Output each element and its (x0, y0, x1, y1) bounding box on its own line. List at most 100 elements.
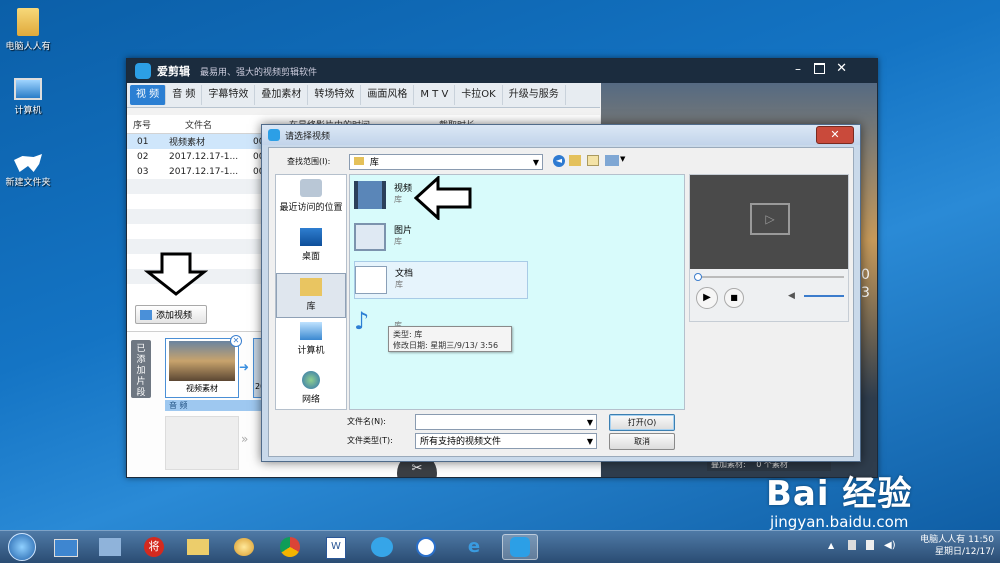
tray-network-icon[interactable] (866, 540, 874, 550)
taskbar-show-desktop-icon[interactable] (48, 534, 84, 560)
add-video-button[interactable]: 添加视频 (135, 305, 207, 324)
app-logo-icon (135, 63, 151, 79)
tab-upgrade[interactable]: 升级与服务 (503, 85, 566, 105)
list-item[interactable]: 图片 库 (354, 219, 528, 257)
app-title: 爱剪辑 (157, 65, 190, 78)
lookin-value: 库 (369, 158, 379, 168)
pictures-library-icon (354, 223, 386, 251)
seek-handle[interactable] (694, 273, 702, 281)
library-icon (300, 278, 322, 296)
music-library-icon: ♪ (354, 307, 370, 335)
taskbar-sogou-icon[interactable] (408, 534, 444, 560)
row-no: 02 (137, 151, 149, 162)
clip-thumbnail[interactable]: 视频素材 ✕ (165, 335, 242, 398)
filename-input[interactable]: ▼ (415, 414, 597, 430)
tray-flag-icon[interactable] (848, 540, 856, 550)
added-clips-label: 已添加片段 (136, 344, 146, 398)
network-globe-icon (302, 371, 320, 389)
place-recent[interactable]: 最近访问的位置 (276, 179, 346, 224)
place-library[interactable]: 库 (276, 273, 346, 318)
chevron-down-icon: ▼ (586, 437, 593, 446)
film-add-icon (140, 309, 152, 320)
taskbar-remote-icon[interactable] (92, 534, 128, 560)
row-name: 2017.12.17-1... (169, 166, 239, 177)
left-arrow-annotation (414, 176, 472, 220)
preview-screen: ▷ (690, 175, 848, 269)
watermark-brand: Bai 经验 (766, 474, 913, 514)
place-network[interactable]: 网络 (276, 371, 346, 416)
item-name: 文档 (395, 269, 414, 279)
desktop-icon-label: 计算机 (14, 106, 42, 116)
start-button[interactable] (8, 533, 36, 561)
filetype-value: 所有支持的视频文件 (420, 437, 502, 447)
item-sub: 库 (394, 195, 402, 204)
app-titlebar: 爱剪辑 最易用、强大的视频剪辑软件 – ✕ (127, 59, 877, 83)
remove-clip-icon[interactable]: ✕ (230, 335, 242, 347)
place-label: 库 (306, 302, 316, 312)
taskbar-cloud-icon[interactable] (364, 534, 400, 560)
play-button[interactable]: ▶ (696, 287, 718, 309)
taskbar-word-icon[interactable]: W (318, 534, 354, 560)
cancel-button[interactable]: 取消 (609, 433, 675, 450)
arrow-right-icon: ➜ (239, 360, 250, 374)
volume-icon[interactable]: ◀ (788, 291, 795, 301)
tray-arrow-icon[interactable]: ▲ (828, 541, 834, 550)
desktop-icon-user-folder[interactable]: 电脑人人有 (0, 8, 58, 52)
tray-time: 11:50 (968, 535, 994, 545)
place-desktop[interactable]: 桌面 (276, 228, 346, 273)
back-icon[interactable]: ◄ (553, 155, 565, 167)
taskbar-folder-icon[interactable] (180, 534, 216, 560)
down-arrow-annotation (144, 252, 208, 296)
minimize-icon[interactable]: – (795, 62, 801, 76)
open-button[interactable]: 打开(O) (609, 414, 675, 431)
taskbar-aijianji-icon[interactable] (502, 534, 538, 560)
list-item[interactable]: 文档 库 (354, 261, 528, 299)
tab-mtv[interactable]: M T V (414, 85, 456, 105)
dialog-title: 请选择视频 (285, 131, 331, 142)
filetype-select[interactable]: 所有支持的视频文件 ▼ (415, 433, 597, 449)
desktop-icon-computer[interactable]: 计算机 (0, 78, 58, 116)
video-library-icon (354, 181, 386, 209)
maximize-icon[interactable] (814, 63, 825, 74)
tab-overlay[interactable]: 叠加素材 (255, 85, 309, 105)
watermark-url: jingyan.baidu.com (769, 513, 909, 531)
filename-label: 文件名(N): (347, 417, 386, 426)
audio-slot[interactable] (165, 416, 239, 470)
tab-audio[interactable]: 音 频 (166, 85, 203, 105)
preview-seek-bar[interactable] (696, 276, 844, 278)
chevron-down-icon: ▼ (532, 158, 539, 167)
col-no: 序号 (133, 120, 152, 131)
up-folder-icon[interactable] (569, 155, 581, 166)
row-name: 视频素材 (169, 138, 206, 148)
lookin-combo[interactable]: 库 ▼ (349, 154, 543, 170)
view-menu-icon[interactable] (605, 155, 619, 166)
close-icon[interactable]: ✕ (836, 61, 847, 76)
item-name: 图片 (394, 226, 413, 236)
desktop-icon-label: 新建文件夹 (5, 178, 51, 188)
place-computer[interactable]: 计算机 (276, 322, 346, 367)
dialog-close-button[interactable]: ✕ (816, 126, 854, 144)
tab-subtitle-effects[interactable]: 字幕特效 (202, 85, 256, 105)
tab-style[interactable]: 画面风格 (361, 85, 415, 105)
desktop-icon-new-folder[interactable]: 新建文件夹 (0, 152, 58, 188)
new-folder-icon[interactable] (587, 155, 599, 166)
taskbar-chrome-icon[interactable] (272, 534, 308, 560)
taskbar-chess-icon[interactable]: 将 (136, 534, 172, 560)
taskbar-paint-icon[interactable] (226, 534, 262, 560)
tab-transition[interactable]: 转场特效 (308, 85, 362, 105)
chevron-down-icon[interactable]: ▼ (620, 155, 625, 163)
tray-user: 电脑人人有 (920, 535, 966, 545)
stop-button[interactable]: ■ (724, 288, 744, 308)
tab-video[interactable]: 视 频 (130, 85, 167, 105)
film-play-icon: ▷ (750, 203, 790, 235)
audio-track-bar: 音 频 (165, 400, 261, 411)
dialog-body: 查找范围(I): 库 ▼ ◄ ▼ 最近访问的位置 桌面 库 计算机 网络 视频 … (268, 147, 854, 457)
tab-karaoke[interactable]: 卡拉OK (455, 85, 503, 105)
chevron-down-icon: ▼ (586, 418, 593, 427)
taskbar-ie-icon[interactable]: e (456, 534, 492, 560)
tray-clock[interactable]: 电脑人人有 11:50 星期日/12/17/ (920, 534, 994, 558)
file-tooltip: 类型: 库 修改日期: 星期三/9/13/ 3:56 (388, 326, 512, 352)
tray-volume-icon[interactable]: ◀) (884, 540, 896, 551)
volume-slider[interactable] (804, 295, 844, 297)
clip-thumb-image (169, 341, 235, 381)
